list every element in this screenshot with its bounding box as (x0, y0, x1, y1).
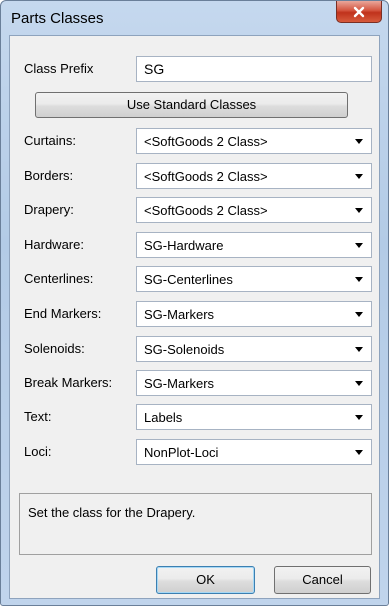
class-prefix-input[interactable]: SG (136, 56, 372, 82)
borders-value: <SoftGoods 2 Class> (144, 169, 268, 184)
hardware-dropdown[interactable]: SG-Hardware (136, 232, 372, 258)
dialog-body: Class Prefix SG Use Standard Classes Cur… (9, 35, 380, 599)
drapery-label: Drapery: (24, 202, 74, 217)
loci-label: Loci: (24, 444, 52, 459)
close-icon (353, 6, 365, 17)
chevron-down-icon (355, 208, 363, 213)
title-bar[interactable]: Parts Classes (1, 1, 388, 35)
end-markers-dropdown[interactable]: SG-Markers (136, 301, 372, 327)
centerlines-dropdown[interactable]: SG-Centerlines (136, 266, 372, 292)
text-value: Labels (144, 410, 183, 425)
chevron-down-icon (355, 450, 363, 455)
drapery-row: Drapery: <SoftGoods 2 Class> (10, 197, 379, 223)
hardware-row: Hardware: SG-Hardware (10, 232, 379, 258)
borders-dropdown[interactable]: <SoftGoods 2 Class> (136, 163, 372, 189)
solenoids-label: Solenoids: (24, 341, 85, 356)
chevron-down-icon (355, 139, 363, 144)
drapery-dropdown[interactable]: <SoftGoods 2 Class> (136, 197, 372, 223)
borders-label: Borders: (24, 168, 74, 183)
end-markers-label: End Markers: (24, 306, 102, 321)
close-button[interactable] (336, 1, 382, 23)
hardware-label: Hardware: (24, 237, 84, 252)
help-panel: Set the class for the Drapery. (19, 493, 372, 555)
use-standard-classes-button[interactable]: Use Standard Classes (35, 92, 348, 118)
solenoids-value: SG-Solenoids (144, 342, 225, 357)
class-prefix-label: Class Prefix (24, 61, 94, 76)
parts-classes-dialog: Parts Classes Class Prefix SG Use Standa… (0, 0, 389, 606)
chevron-down-icon (355, 277, 363, 282)
curtains-value: <SoftGoods 2 Class> (144, 134, 268, 149)
centerlines-row: Centerlines: SG-Centerlines (10, 266, 379, 292)
chevron-down-icon (355, 347, 363, 352)
drapery-value: <SoftGoods 2 Class> (144, 203, 268, 218)
chevron-down-icon (355, 312, 363, 317)
chevron-down-icon (355, 243, 363, 248)
borders-row: Borders: <SoftGoods 2 Class> (10, 163, 379, 189)
end-markers-value: SG-Markers (144, 307, 215, 322)
curtains-label: Curtains: (24, 133, 77, 148)
curtains-dropdown[interactable]: <SoftGoods 2 Class> (136, 128, 372, 154)
break-markers-row: Break Markers: SG-Markers (10, 370, 379, 396)
chevron-down-icon (355, 381, 363, 386)
hardware-value: SG-Hardware (144, 238, 224, 253)
window-title: Parts Classes (11, 10, 104, 27)
text-dropdown[interactable]: Labels (136, 404, 372, 430)
loci-row: Loci: NonPlot-Loci (10, 439, 379, 465)
class-prefix-row: Class Prefix SG (10, 56, 379, 82)
break-markers-label: Break Markers: (24, 375, 113, 390)
solenoids-dropdown[interactable]: SG-Solenoids (136, 336, 372, 362)
end-markers-row: End Markers: SG-Markers (10, 301, 379, 327)
curtains-row: Curtains: <SoftGoods 2 Class> (10, 128, 379, 154)
chevron-down-icon (355, 415, 363, 420)
ok-button[interactable]: OK (156, 566, 255, 594)
break-markers-value: SG-Markers (144, 376, 215, 391)
text-label: Text: (24, 409, 52, 424)
solenoids-row: Solenoids: SG-Solenoids (10, 336, 379, 362)
centerlines-value: SG-Centerlines (144, 272, 233, 287)
break-markers-dropdown[interactable]: SG-Markers (136, 370, 372, 396)
loci-dropdown[interactable]: NonPlot-Loci (136, 439, 372, 465)
loci-value: NonPlot-Loci (144, 445, 219, 460)
chevron-down-icon (355, 174, 363, 179)
text-row: Text: Labels (10, 404, 379, 430)
help-text: Set the class for the Drapery. (28, 505, 196, 520)
centerlines-label: Centerlines: (24, 271, 94, 286)
cancel-button[interactable]: Cancel (274, 566, 371, 594)
